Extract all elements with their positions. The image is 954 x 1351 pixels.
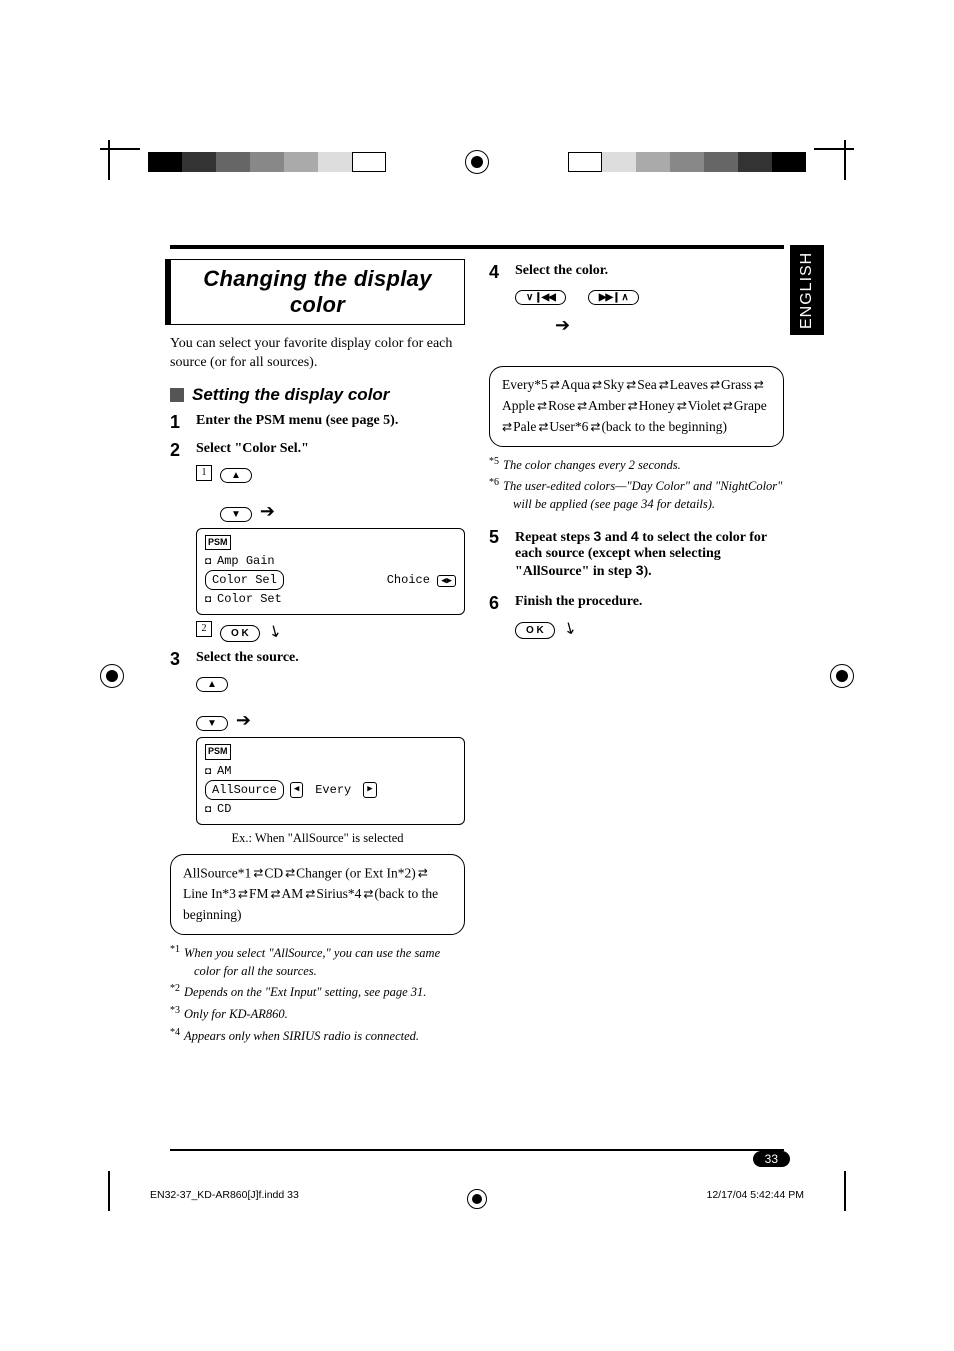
step-text: Finish the procedure. [515,594,642,612]
step-number: 4 [489,263,505,281]
footnote: *1When you select "AllSource," you can u… [170,943,465,980]
lcd-row: Amp Gain [217,552,275,570]
down-button-icon [220,507,252,522]
button-press-diagram: ➔ [515,287,784,336]
step-number: 6 [489,594,505,612]
lcd-row: AM [217,762,231,780]
page-number: 33 [753,1151,790,1167]
registration-mark-icon [465,150,489,174]
lcd-row: Color Set [217,590,282,608]
step-text: Repeat steps 3 and 4 to select the color… [515,528,784,580]
lcd-caption: Ex.: When "AllSource" is selected [170,831,465,846]
section-title: Changing the display color [170,259,465,325]
down-button-icon [196,716,228,731]
callout-2: 2 [196,621,212,637]
registration-mark-icon [467,1189,487,1209]
footnote: *6The user-edited colors—"Day Color" and… [489,476,784,513]
footer-file: EN32-37_KD-AR860[J]f.indd 33 [150,1189,299,1201]
subheading-text: Setting the display color [192,385,389,405]
callout-1: 1 [196,465,212,481]
arrow-icon: ➔ [555,315,570,336]
step-text: Select "Color Sel." [196,441,309,459]
step-number: 3 [170,650,186,668]
step-number: 5 [489,528,505,580]
footnote: *2Depends on the "Ext Input" setting, se… [170,982,465,1002]
lcd-screen: PSM Amp Gain Color Sel Choice ◀▶ Color S… [196,528,465,616]
lcd-tag: PSM [205,535,231,551]
registration-mark-icon [100,664,124,688]
sources-cycle-box: AllSource*1 CD Changer (or Ext In*2) Lin… [170,854,465,935]
ok-press-diagram: O K ↘ [515,618,784,639]
footnote: *3Only for KD-AR860. [170,1004,465,1024]
language-tab: ENGLISH [790,245,824,335]
button-press-diagram: 1 ➔ [196,465,465,522]
lcd-row: CD [217,800,231,818]
footnote: *4Appears only when SIRIUS radio is conn… [170,1026,465,1046]
lcd-selected: Color Sel [205,570,284,590]
section-rule [170,245,784,249]
step-text: Select the color. [515,263,608,281]
square-bullet-icon [170,388,184,402]
lcd-value: Every [315,781,351,799]
lcd-tag: PSM [205,744,231,760]
subheading: Setting the display color [170,385,465,405]
prev-button-icon [515,290,566,305]
up-button-icon [196,677,228,692]
colors-cycle-box: Every*5 Aqua Sky Sea Leaves Grass Apple … [489,366,784,447]
next-button-icon [588,290,639,305]
step-number: 2 [170,441,186,459]
step-number: 1 [170,413,186,431]
lcd-value: Choice [387,573,430,587]
footer-timestamp: 12/17/04 5:42:44 PM [707,1189,805,1201]
section-title-text: Changing the display color [203,266,431,317]
ok-press-diagram: 2 O K ↘ [196,621,465,642]
ok-button-icon: O K [220,625,260,642]
intro-text: You can select your favorite display col… [170,335,465,373]
up-button-icon [220,468,252,483]
registration-mark-icon [830,664,854,688]
step-text: Select the source. [196,650,299,668]
ok-button-icon: O K [515,622,555,639]
step-text: Enter the PSM menu (see page 5). [196,413,398,431]
lcd-selected: AllSource [205,780,284,800]
arrow-icon: ➔ [236,710,251,731]
arrow-icon: ➔ [260,501,275,522]
lcd-screen: PSM AM AllSource ◀ Every ▶ CD [196,737,465,825]
footnote: *5The color changes every 2 seconds. [489,455,784,475]
button-press-diagram: ➔ [196,674,465,731]
